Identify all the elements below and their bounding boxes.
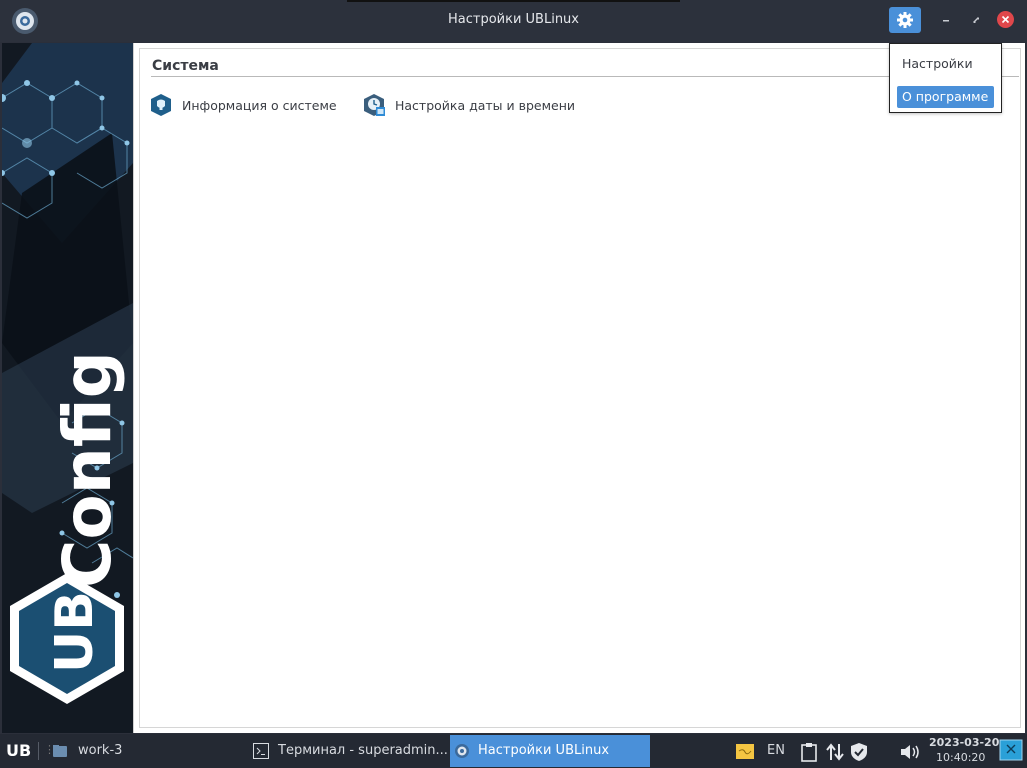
menu-button[interactable] [889,7,921,33]
volume-icon[interactable] [899,742,923,762]
window-title: Настройки UBLinux [447,12,579,27]
workspace-switcher[interactable]: work-3 [78,743,122,758]
ub-logo-badge: UB [45,591,105,673]
task-ublinux-settings[interactable]: Настройки UBLinux [450,735,650,767]
section-title: Система [152,58,219,74]
start-menu-button[interactable]: UB [6,741,31,760]
keyboard-layout-indicator[interactable]: EN [767,743,785,758]
maximize-button[interactable] [966,10,986,30]
date-time-label: Настройка даты и времени [395,97,576,113]
taskbar-separator [38,742,39,760]
settings-popover-menu: Настройки О программе [889,43,1002,113]
ubconfig-banner-art: Config UB [2,43,133,733]
task-terminal-label: Терминал - superadmin... [278,743,448,758]
close-button[interactable] [997,11,1014,28]
clock-calendar-icon [364,94,385,116]
clock-date[interactable]: 2023-03-20 [929,736,999,749]
ubconfig-banner: Config UB [2,43,133,733]
clock-time[interactable]: 10:40:20 [936,751,985,764]
system-info-label: Информация о системе [182,97,337,113]
security-shield-icon[interactable] [850,742,868,762]
config-logo-text: Config [49,351,126,588]
minimize-button[interactable] [936,10,956,30]
terminal-icon [253,743,269,759]
show-desktop-icon[interactable] [999,739,1023,763]
network-icon[interactable] [826,742,844,762]
task-ublinux-settings-label: Настройки UBLinux [478,743,610,758]
main-content: Система Информация о системе Настройка д… [133,43,1025,733]
titlebar-top-accent [347,0,680,2]
menu-item-settings[interactable]: Настройки [897,53,994,75]
close-icon [1001,15,1010,24]
maximize-icon [973,17,979,23]
taskbar: UB ⋮ work-3 Терминал - superadmin... Нас… [0,734,1027,768]
minimize-icon [943,20,949,22]
task-terminal[interactable]: Терминал - superadmin... [246,735,448,767]
gear-icon [455,744,469,758]
folder-icon [53,745,67,757]
gear-icon [897,12,913,28]
notes-icon[interactable] [735,742,755,760]
menu-item-about[interactable]: О программе [897,86,994,108]
info-shield-icon [151,94,171,116]
window-titlebar: Настройки UBLinux [0,0,1027,42]
system-info-item[interactable]: Информация о системе [149,93,337,117]
clipboard-icon[interactable] [800,742,818,762]
date-time-item[interactable]: Настройка даты и времени [362,93,575,117]
content-frame: Система Информация о системе Настройка д… [139,48,1021,728]
